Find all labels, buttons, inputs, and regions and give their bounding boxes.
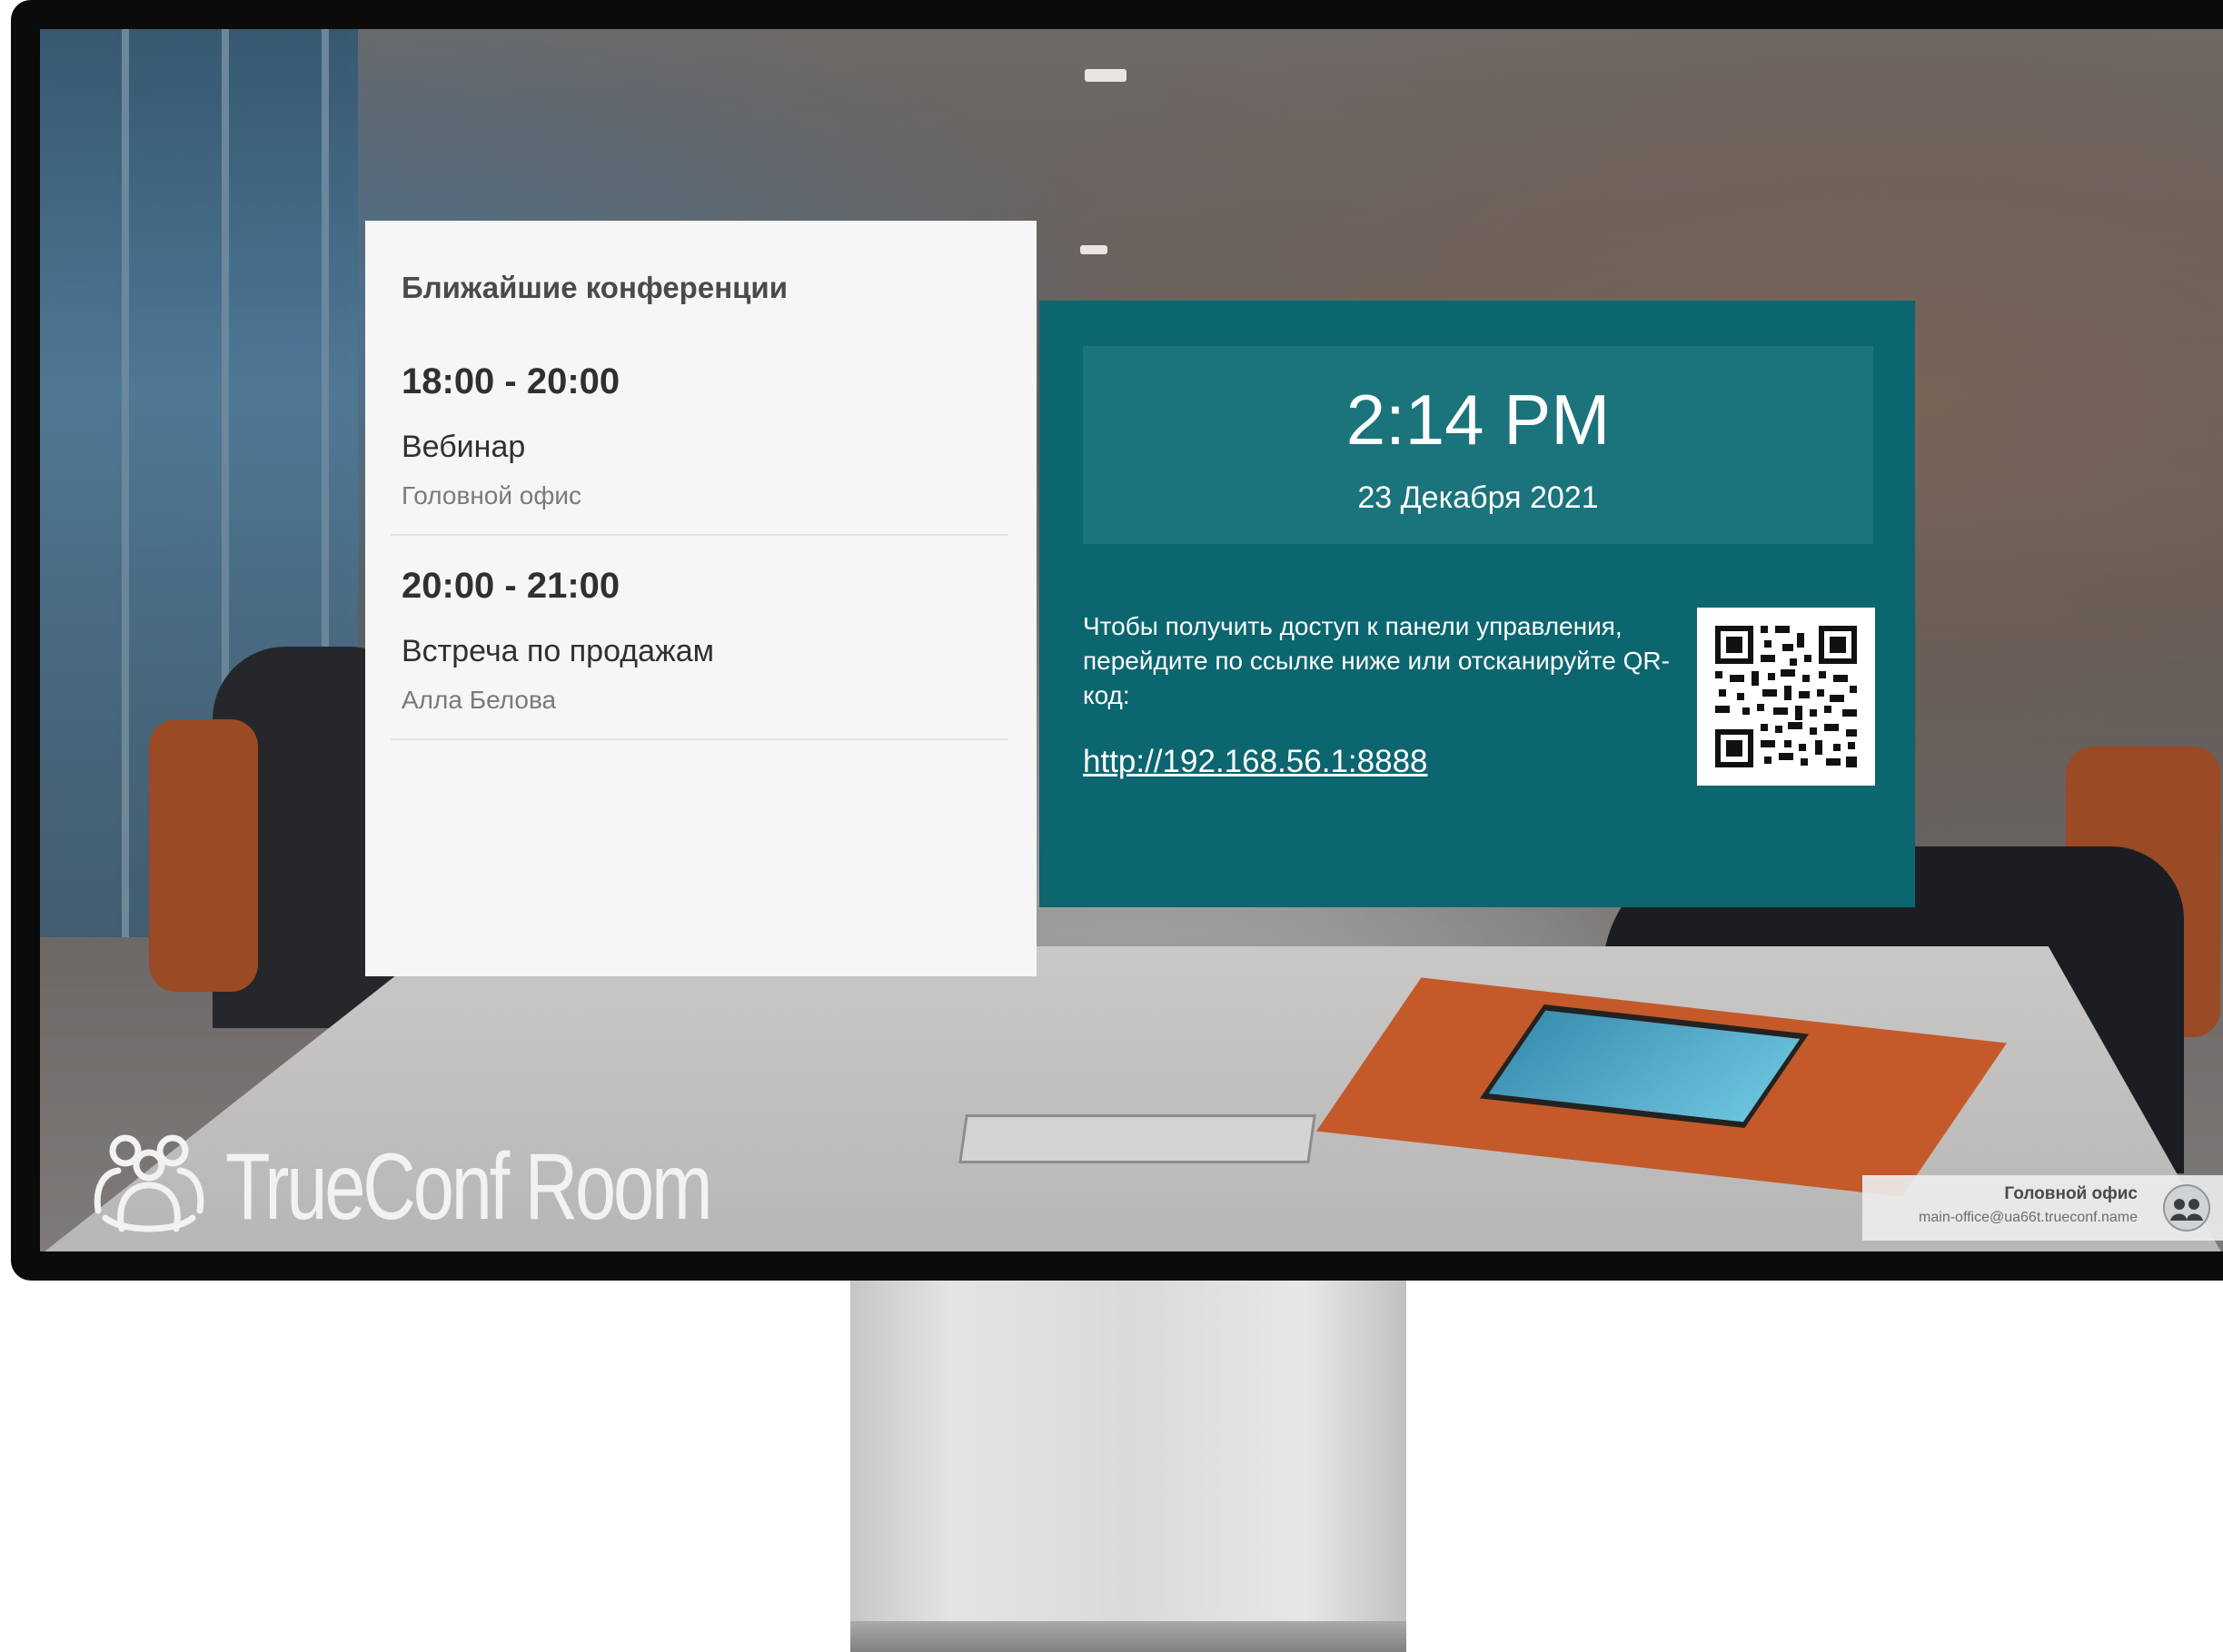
info-panel: 2:14 PM 23 Декабря 2021 Чтобы получить д… [1039, 301, 1915, 907]
brand-name: TrueConf Room [225, 1133, 713, 1240]
background-chair [149, 719, 258, 992]
conference-item[interactable]: 20:00 - 21:00 Встреча по продажам Алла Б… [365, 566, 1037, 767]
monitor-frame: Ближайшие конференции 18:00 - 20:00 Веби… [11, 0, 2223, 1281]
ceiling-light [1085, 69, 1126, 82]
conference-item[interactable]: 18:00 - 20:00 Вебинар Головной офис [365, 361, 1037, 563]
brand-logo: TrueConf Room [85, 1133, 847, 1241]
upcoming-conferences-card: Ближайшие конференции 18:00 - 20:00 Веби… [365, 221, 1037, 976]
account-email: main-office@ua66t.trueconf.name [1919, 1210, 2138, 1225]
clock-date: 23 Декабря 2021 [1357, 480, 1599, 515]
conference-place: Головной офис [402, 481, 582, 509]
background-vent [958, 1114, 1316, 1163]
clock-box: 2:14 PM 23 Декабря 2021 [1083, 346, 1873, 544]
account-badge[interactable]: Головной офис main-office@ua66t.trueconf… [1862, 1175, 2223, 1241]
control-panel-link[interactable]: http://192.168.56.1:8888 [1083, 744, 1428, 780]
monitor-stand-base [850, 1621, 1406, 1652]
qr-code-icon[interactable] [1697, 608, 1875, 786]
trueconf-people-logo-icon [85, 1131, 213, 1244]
access-instructions: Чтобы получить доступ к панели управлени… [1083, 612, 1670, 709]
room-screen: Ближайшие конференции 18:00 - 20:00 Веби… [40, 29, 2223, 1251]
divider [391, 534, 1008, 536]
conference-time: 18:00 - 20:00 [402, 361, 620, 401]
avatar-icon [2163, 1184, 2210, 1232]
conference-time: 20:00 - 21:00 [402, 566, 620, 606]
account-name: Головной офис [2004, 1184, 2138, 1203]
monitor-stand [850, 1281, 1406, 1652]
conferences-title: Ближайшие конференции [402, 271, 788, 304]
conference-name: Вебинар [402, 430, 526, 464]
clock-time: 2:14 PM [1345, 380, 1611, 460]
conference-name: Встреча по продажам [402, 634, 715, 668]
conference-place: Алла Белова [402, 686, 557, 714]
divider [391, 738, 1008, 740]
ceiling-light [1080, 245, 1107, 254]
